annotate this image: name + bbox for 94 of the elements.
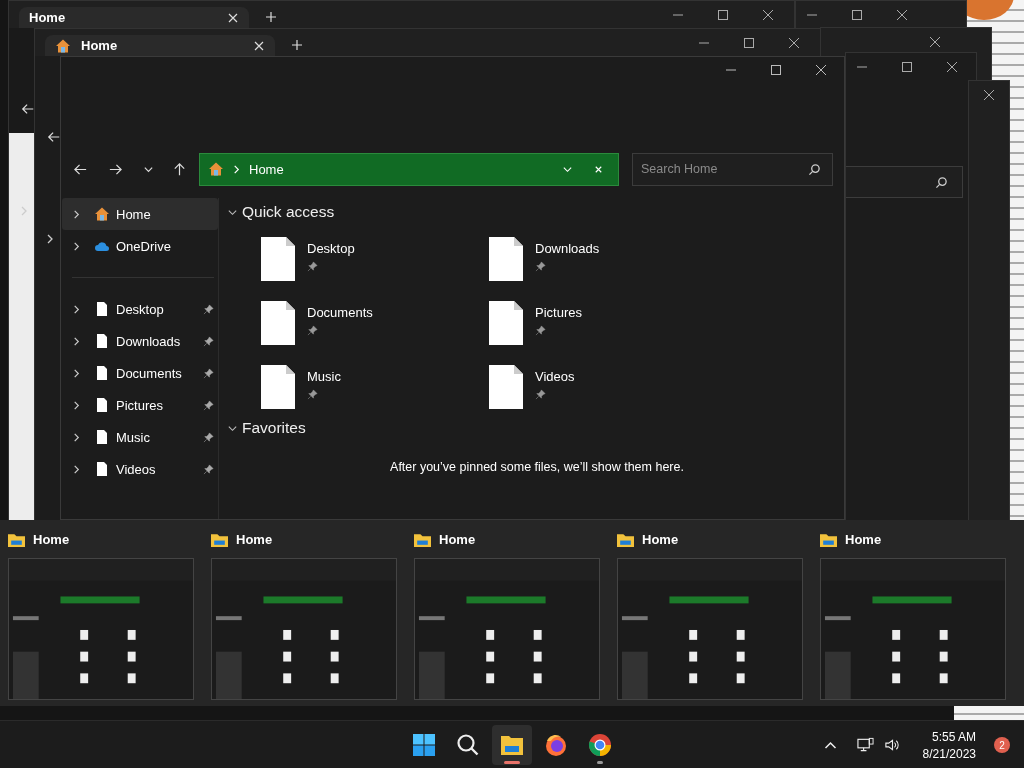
file-icon (489, 300, 523, 346)
close-icon[interactable] (983, 89, 995, 101)
sidebar-item[interactable]: OneDrive (62, 230, 218, 262)
folder-tile[interactable]: Music (261, 364, 489, 410)
window-preview-drawing[interactable] (820, 558, 1006, 700)
folder-icon (500, 733, 524, 757)
home-icon (94, 206, 110, 222)
file-icon (94, 301, 110, 317)
search-icon (808, 162, 821, 176)
chevron-right-icon[interactable] (72, 336, 81, 346)
file-icon (489, 364, 523, 410)
tab[interactable]: Home (45, 35, 275, 56)
window-title: Home (33, 531, 70, 547)
folder-tile[interactable]: Documents (261, 300, 489, 346)
tab[interactable]: Home (19, 7, 249, 28)
file-icon (94, 333, 110, 349)
chevron-right-icon[interactable] (72, 368, 81, 378)
sidebar-item[interactable]: Documents (62, 357, 218, 389)
folder-icon (414, 531, 431, 547)
address-bar[interactable]: Home (199, 152, 619, 186)
maximize-icon[interactable] (901, 61, 913, 73)
taskbar-button[interactable] (492, 725, 532, 765)
fox-globe-icon (544, 733, 568, 757)
file-icon (94, 365, 110, 381)
window-title: Home (236, 531, 273, 547)
volume-icon[interactable] (883, 737, 901, 753)
folder-tile[interactable]: Videos (489, 364, 717, 410)
window-title: Home (845, 531, 882, 547)
network-icon[interactable] (856, 737, 874, 753)
search-field[interactable]: Search Home (632, 152, 833, 186)
chevron-right-icon[interactable] (72, 432, 81, 442)
section-header[interactable]: Quick access (227, 200, 844, 224)
folder-icon (617, 531, 634, 547)
section-header[interactable]: Favorites (227, 416, 844, 440)
close-icon[interactable] (896, 9, 908, 21)
maximize-icon[interactable] (743, 37, 755, 49)
folder-icon (8, 531, 25, 547)
sidebar-item[interactable]: Music (62, 421, 218, 453)
file-icon (94, 397, 110, 413)
chevron-right-icon[interactable] (72, 400, 81, 410)
notification-badge[interactable]: 2 (994, 737, 1010, 753)
maximize-icon[interactable] (851, 9, 863, 21)
chevron-right-icon[interactable] (72, 209, 81, 219)
back-arrow-icon[interactable] (21, 102, 35, 116)
sidebar-item[interactable]: Downloads (62, 325, 218, 357)
window-preview-drawing[interactable] (414, 558, 600, 700)
file-icon (261, 300, 295, 346)
chevron-right-icon[interactable] (72, 304, 81, 314)
window-preview-drawing[interactable] (211, 558, 397, 700)
chevron-right-icon[interactable] (72, 464, 81, 474)
home-icon (208, 161, 224, 177)
file-icon (489, 236, 523, 282)
plus-icon[interactable] (291, 39, 303, 51)
search-icon (456, 733, 480, 757)
close-icon[interactable] (815, 64, 827, 76)
chevron-right-icon (232, 164, 241, 174)
breadcrumb[interactable]: Home (249, 161, 548, 177)
running-indicator (504, 761, 520, 764)
close-icon[interactable] (762, 9, 774, 21)
up-arrow-icon[interactable] (172, 161, 187, 177)
maximize-icon[interactable] (770, 64, 782, 76)
empty-message: After you’ve pinned some files, we’ll show them here. (389, 460, 685, 474)
file-icon (261, 364, 295, 410)
clock[interactable]: 5:55 AM 8/21/2023 (922, 729, 976, 761)
folder-icon (820, 531, 837, 547)
plus-icon[interactable] (265, 11, 277, 23)
folder-tile[interactable]: Desktop (261, 236, 489, 282)
folder-icon (211, 531, 228, 547)
search-field[interactable] (846, 166, 963, 198)
close-icon[interactable] (788, 37, 800, 49)
search-icon (935, 175, 948, 189)
sidebar-item[interactable]: Pictures (62, 389, 218, 421)
window-preview-drawing[interactable] (617, 558, 803, 700)
window-title: Home (439, 531, 476, 547)
close-icon[interactable] (946, 61, 958, 73)
windows-logo-icon (412, 733, 436, 757)
home-icon (55, 37, 71, 54)
chevron-right-icon[interactable] (72, 241, 81, 251)
file-icon (94, 461, 110, 477)
close-icon[interactable] (929, 36, 941, 48)
window-preview-drawing[interactable] (8, 558, 194, 700)
wheel-icon (588, 733, 612, 757)
file-icon (261, 236, 295, 282)
sidebar-item[interactable]: Videos (62, 453, 218, 485)
file-icon (94, 429, 110, 445)
sidebar-item[interactable]: Home (62, 198, 218, 230)
chevron-right-icon[interactable] (45, 234, 55, 244)
running-indicator (597, 761, 603, 764)
window-title: Home (642, 531, 679, 547)
maximize-icon[interactable] (717, 9, 729, 21)
folder-tile[interactable]: Pictures (489, 300, 717, 346)
folder-tile[interactable]: Downloads (489, 236, 717, 282)
back-arrow-icon[interactable] (47, 130, 61, 144)
sidebar-item[interactable]: Desktop (62, 293, 218, 325)
